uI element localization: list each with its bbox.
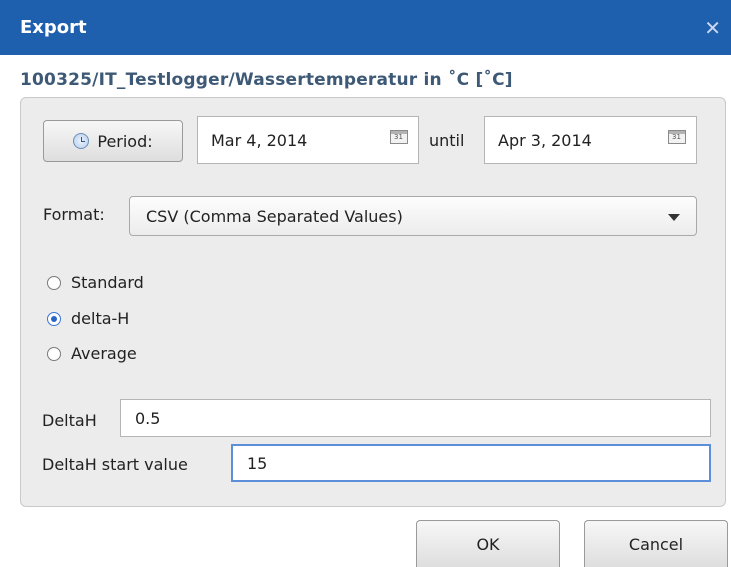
until-label: until [429, 131, 465, 150]
calendar-icon-day: 31 [672, 133, 681, 141]
radio-button[interactable] [47, 311, 61, 326]
radio-standard[interactable]: Standard [47, 273, 144, 292]
radio-label: Average [71, 344, 137, 363]
deltah-label: DeltaH [42, 411, 97, 430]
ok-button[interactable]: OK [416, 520, 560, 567]
calendar-icon-day: 31 [394, 133, 403, 141]
radio-button[interactable] [47, 346, 61, 361]
from-date-value: Mar 4, 2014 [211, 130, 308, 150]
dialog-title: Export [20, 17, 87, 38]
period-button[interactable]: Period: [43, 120, 183, 162]
from-date-field[interactable]: Mar 4, 2014 31 [197, 116, 419, 164]
format-selected-value: CSV (Comma Separated Values) [146, 206, 403, 226]
period-button-label: Period: [97, 131, 153, 151]
deltah-start-input[interactable]: 15 [231, 444, 711, 482]
radio-button[interactable] [47, 275, 61, 290]
deltah-start-label: DeltaH start value [42, 455, 188, 474]
format-select[interactable]: CSV (Comma Separated Values) [129, 196, 697, 236]
export-options-panel: Period: Mar 4, 2014 31 until Apr 3, 2014… [20, 97, 726, 507]
cancel-button[interactable]: Cancel [584, 520, 728, 567]
radio-label: delta-H [71, 309, 130, 328]
to-date-value: Apr 3, 2014 [498, 130, 592, 150]
to-date-field[interactable]: Apr 3, 2014 31 [484, 116, 697, 164]
clock-icon [73, 133, 90, 149]
deltah-input[interactable]: 0.5 [120, 399, 711, 437]
calendar-icon[interactable]: 31 [390, 130, 408, 144]
close-icon[interactable]: ✕ [704, 16, 721, 40]
format-label: Format: [43, 205, 105, 224]
calendar-icon[interactable]: 31 [668, 130, 686, 144]
radio-label: Standard [71, 273, 144, 292]
radio-average[interactable]: Average [47, 344, 137, 363]
chevron-down-icon [668, 214, 680, 221]
channel-path: 100325/IT_Testlogger/Wassertemperatur in… [20, 70, 513, 90]
radio-delta-h[interactable]: delta-H [47, 309, 129, 328]
dialog-titlebar: Export ✕ [0, 0, 731, 55]
deltah-start-value: 15 [247, 453, 268, 473]
ok-button-label: OK [476, 534, 500, 554]
deltah-value: 0.5 [135, 408, 161, 428]
cancel-button-label: Cancel [628, 534, 684, 554]
